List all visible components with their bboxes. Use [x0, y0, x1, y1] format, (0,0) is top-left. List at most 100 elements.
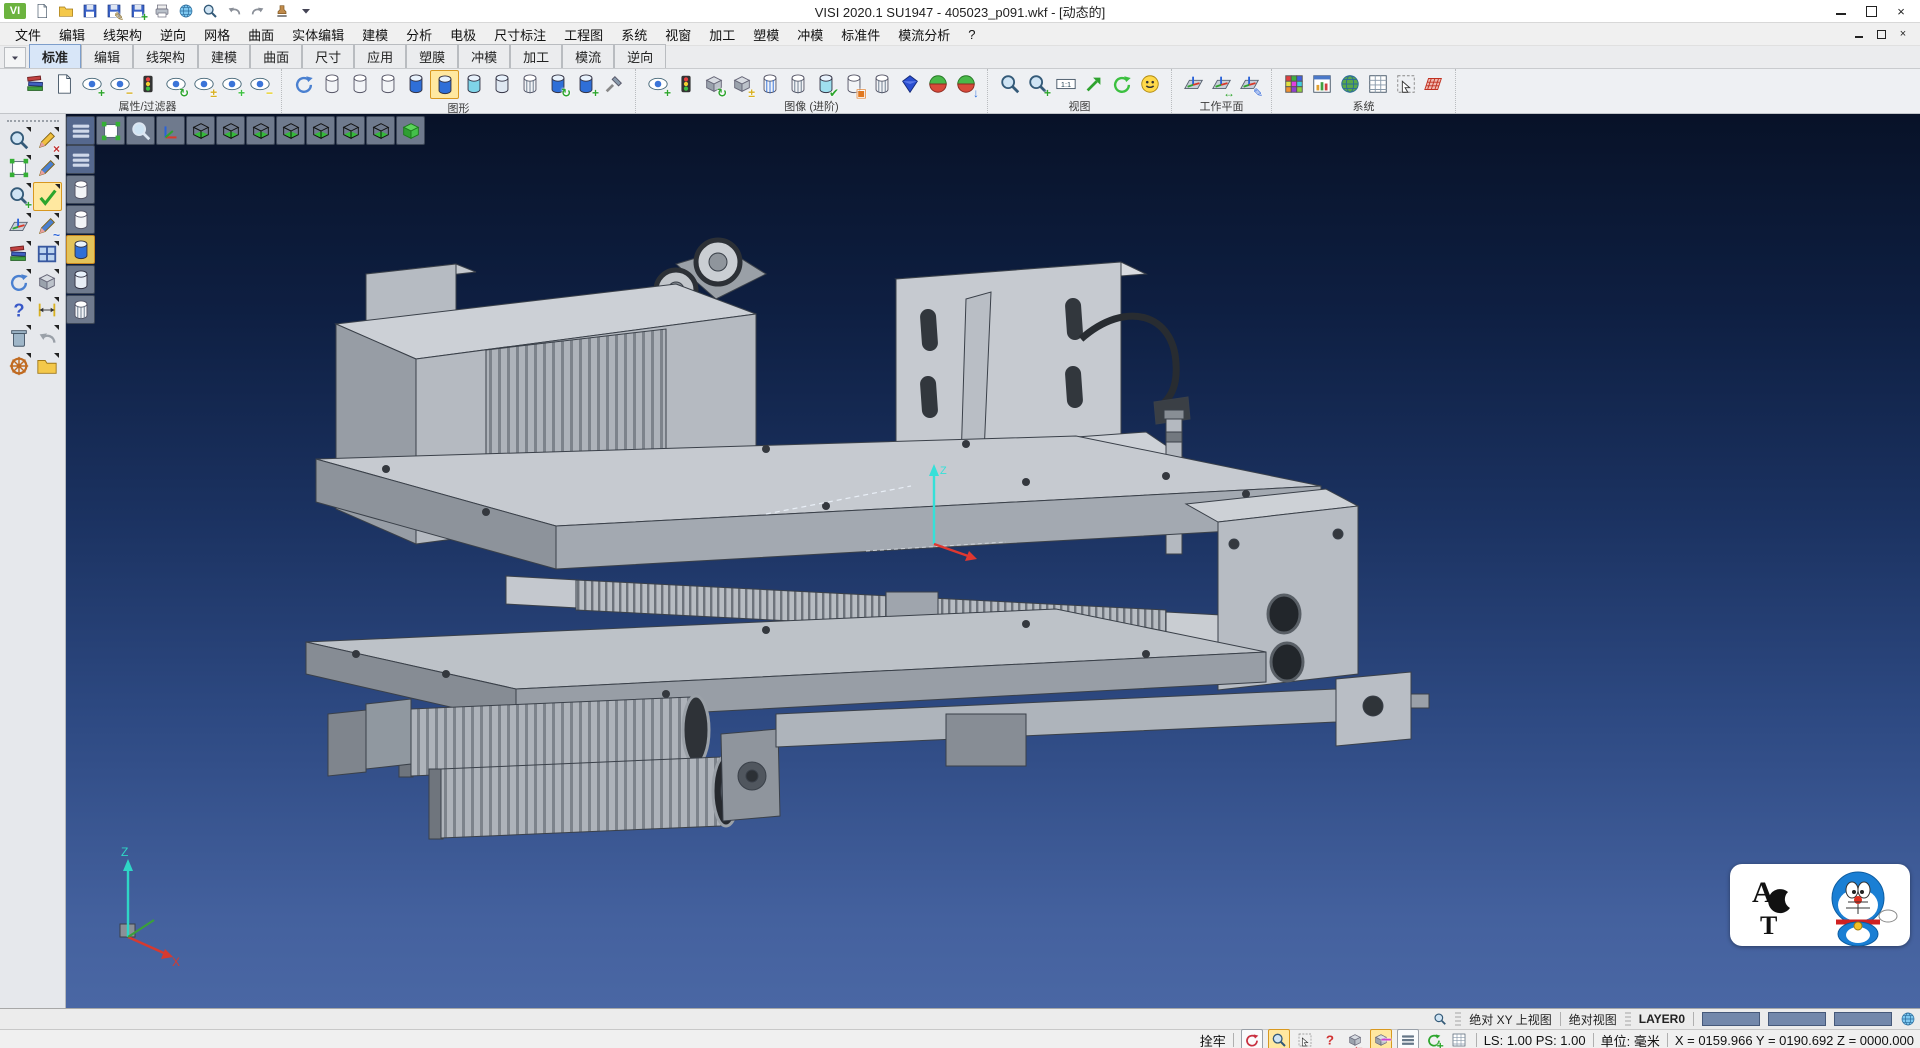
save-as-icon[interactable]: ✎	[104, 1, 124, 21]
frame-select-icon[interactable]	[5, 154, 32, 181]
maximize-button[interactable]	[1856, 1, 1886, 21]
erase-icon[interactable]: ×	[33, 126, 60, 153]
show-refresh-icon[interactable]: ↻	[162, 70, 189, 97]
menu-surface[interactable]: 曲面	[239, 24, 283, 45]
menu-help[interactable]: ?	[959, 26, 984, 43]
render-sphere-export-icon[interactable]: ↓	[952, 70, 979, 97]
search-icon[interactable]	[1433, 1012, 1447, 1026]
zoom-window-icon[interactable]: +	[1024, 70, 1051, 97]
help-question-icon[interactable]	[5, 296, 32, 323]
new-window-icon[interactable]	[33, 240, 60, 267]
solids-toggle-icon[interactable]: ±	[728, 70, 755, 97]
doc-minimize-button[interactable]	[1848, 26, 1870, 42]
tab-modeling[interactable]: 建模	[198, 44, 250, 68]
measure-icon[interactable]	[33, 296, 60, 323]
style-shaded-icon[interactable]	[66, 235, 95, 264]
system-table-icon[interactable]	[1364, 70, 1391, 97]
auto-refresh-plus-icon[interactable]: +	[1424, 1030, 1444, 1048]
view-right-icon[interactable]	[306, 116, 335, 145]
render-link-icon[interactable]: ▣	[840, 70, 867, 97]
tab-wireframe[interactable]: 线架构	[133, 44, 198, 68]
refresh-icon[interactable]	[5, 268, 32, 295]
minimize-button[interactable]	[1826, 1, 1856, 21]
menu-mesh[interactable]: 网格	[195, 24, 239, 45]
menu-reverse[interactable]: 逆向	[151, 24, 195, 45]
tab-options-caret[interactable]	[4, 47, 26, 68]
flat-style-icon[interactable]	[488, 70, 515, 97]
menu-die[interactable]: 冲模	[788, 24, 832, 45]
redraw-icon[interactable]	[1241, 1029, 1263, 1048]
3d-viewport[interactable]: Z Z X A T	[66, 114, 1920, 1008]
new-file-icon[interactable]	[32, 1, 52, 21]
active-layer-label[interactable]: LAYER0	[1639, 1012, 1685, 1026]
open-file-icon[interactable]	[56, 1, 76, 21]
wireframe-style-icon[interactable]	[318, 70, 345, 97]
shading-smiley-icon[interactable]	[1136, 70, 1163, 97]
macro-icon[interactable]	[272, 1, 292, 21]
tab-mold[interactable]: 塑膜	[406, 44, 458, 68]
shaded-edges-style-icon[interactable]	[430, 70, 459, 99]
show-toggle-icon[interactable]: ±	[190, 70, 217, 97]
hidden-line-style-icon[interactable]	[346, 70, 373, 97]
menu-edit[interactable]: 编辑	[50, 24, 94, 45]
menu-electrode[interactable]: 电极	[441, 24, 485, 45]
workplane-view-icon[interactable]: ✎	[1236, 70, 1263, 97]
style-flat-icon[interactable]	[66, 265, 95, 294]
scale-1to1-icon[interactable]	[1052, 70, 1079, 97]
undo-icon[interactable]	[224, 1, 244, 21]
advanced-filter-icon[interactable]	[672, 70, 699, 97]
select-filter-icon[interactable]	[1268, 1029, 1290, 1048]
transparent-style-icon[interactable]	[460, 70, 487, 97]
show-remove-icon[interactable]: −	[106, 70, 133, 97]
pick-box-icon[interactable]	[1295, 1030, 1315, 1048]
redo-icon[interactable]	[248, 1, 268, 21]
menu-file[interactable]: 文件	[6, 24, 50, 45]
menu-window[interactable]: 视窗	[656, 24, 700, 45]
zoom-all-icon[interactable]	[996, 70, 1023, 97]
render-blue-icon[interactable]	[756, 70, 783, 97]
confirm-check-icon[interactable]	[33, 182, 62, 211]
render-striped-icon[interactable]	[784, 70, 811, 97]
machine-assembly-model[interactable]: Z Z X	[66, 114, 1920, 1008]
style-wireframe-icon[interactable]	[66, 175, 95, 204]
style-add-icon[interactable]: +	[572, 70, 599, 97]
print-preview-icon[interactable]	[176, 1, 196, 21]
delete-trash-icon[interactable]	[5, 324, 32, 351]
view-bottom-icon[interactable]	[186, 116, 215, 145]
filter-traffic-icon[interactable]	[134, 70, 161, 97]
view-iso-icon[interactable]	[396, 116, 425, 145]
advanced-show-icon[interactable]: +	[644, 70, 671, 97]
attributes-info-icon[interactable]	[50, 70, 77, 97]
menu-analysis[interactable]: 分析	[397, 24, 441, 45]
workplane-move-icon[interactable]: ↔	[1208, 70, 1235, 97]
tab-dimension[interactable]: 尺寸	[302, 44, 354, 68]
view-left-icon[interactable]	[246, 116, 275, 145]
view-top-icon[interactable]	[216, 116, 245, 145]
menu-machining[interactable]: 加工	[700, 24, 744, 45]
absolute-view-label[interactable]: 绝对视图	[1569, 1011, 1617, 1028]
iso-axis-icon[interactable]	[156, 116, 185, 145]
rotate-view-icon[interactable]	[1108, 70, 1135, 97]
show-add-icon[interactable]: +	[78, 70, 105, 97]
style-striped-icon[interactable]	[66, 295, 95, 324]
menu-moldflow[interactable]: 模流分析	[889, 24, 959, 45]
solid-box-icon[interactable]	[33, 268, 60, 295]
tab-reverse[interactable]: 逆向	[614, 44, 666, 68]
hide-all-icon[interactable]: −	[246, 70, 273, 97]
zoom-extents-icon[interactable]	[96, 116, 125, 145]
system-chart-icon[interactable]	[1308, 70, 1335, 97]
context-help-icon[interactable]	[1320, 1030, 1340, 1048]
toolbar-grip[interactable]	[7, 120, 59, 122]
select-zoom-icon[interactable]	[5, 126, 32, 153]
tab-edit[interactable]: 编辑	[81, 44, 133, 68]
style-menu-icon[interactable]	[66, 145, 95, 174]
shaded-style-icon[interactable]	[402, 70, 429, 97]
print-icon[interactable]	[152, 1, 172, 21]
workplane-xyz-icon[interactable]	[1180, 70, 1207, 97]
show-all-icon[interactable]: +	[218, 70, 245, 97]
view-arrow-icon[interactable]	[1080, 70, 1107, 97]
view-mode-label[interactable]: 绝对 XY 上视图	[1469, 1011, 1551, 1028]
render-hatch-icon[interactable]	[868, 70, 895, 97]
style-refresh-icon[interactable]: ↻	[544, 70, 571, 97]
menu-wireframe[interactable]: 线架构	[94, 24, 151, 45]
